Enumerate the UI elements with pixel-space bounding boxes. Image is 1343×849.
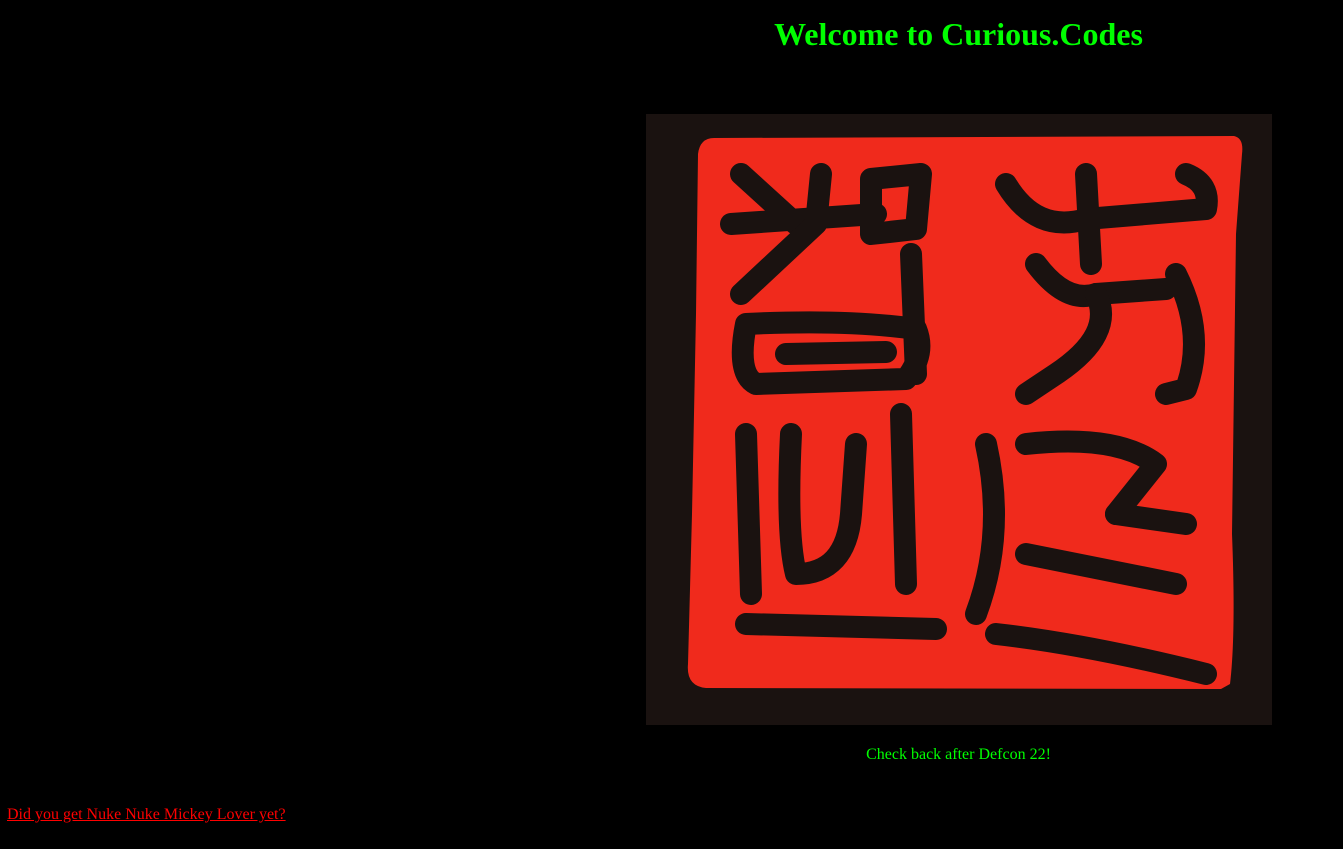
page-title: Welcome to Curious.Codes bbox=[774, 16, 1143, 52]
nuke-mickey-link[interactable]: Did you get Nuke Nuke Mickey Lover yet? bbox=[7, 805, 286, 825]
seal-image bbox=[646, 114, 1272, 725]
status-caption: Check back after Defcon 22! bbox=[866, 746, 1051, 763]
seal-stamp-icon bbox=[646, 114, 1272, 725]
